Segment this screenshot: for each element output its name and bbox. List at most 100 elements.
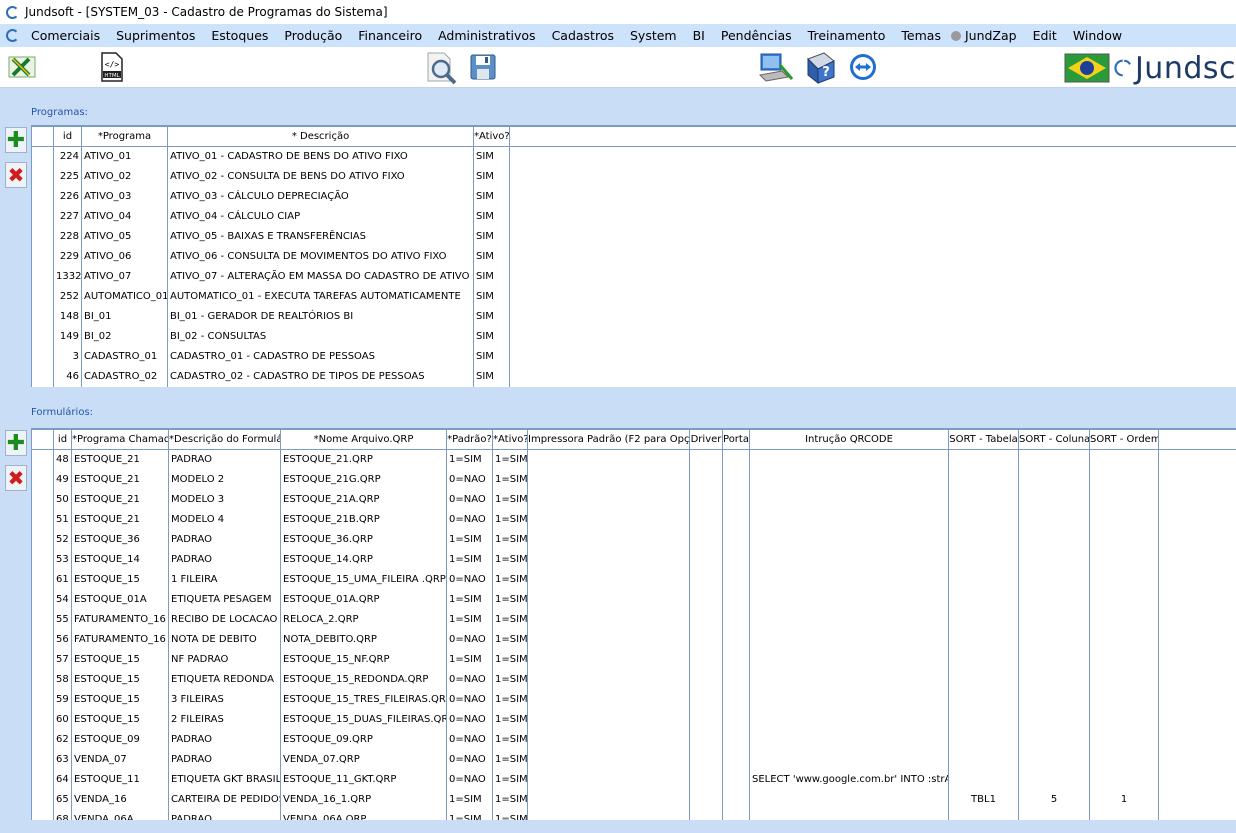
table-cell[interactable]: 58 <box>53 669 72 690</box>
table-cell[interactable]: 1=SIM <box>446 549 493 570</box>
table-cell[interactable]: ESTOQUE_15_TRES_FILEIRAS.QRP <box>280 689 447 710</box>
table-cell[interactable]: 224 <box>53 146 82 167</box>
menu-item-administrativos[interactable]: Administrativos <box>430 28 543 43</box>
table-cell[interactable]: PADRAO <box>168 449 281 470</box>
table-cell[interactable]: ATIVO_03 - CÁLCULO DEPRECIAÇÃO <box>167 186 474 207</box>
table-cell[interactable] <box>1018 489 1090 510</box>
table-cell[interactable]: 5 <box>1018 789 1090 810</box>
table-cell[interactable] <box>1089 649 1159 670</box>
table-cell[interactable] <box>749 589 949 610</box>
table-cell[interactable]: VENDA_16_1.QRP <box>280 789 447 810</box>
table-cell[interactable]: 56 <box>53 629 72 650</box>
table-cell[interactable]: 227 <box>53 206 82 227</box>
table-cell[interactable]: ATIVO_01 - CADASTRO DE BENS DO ATIVO FIX… <box>167 146 474 167</box>
table-cell[interactable] <box>527 489 690 510</box>
table-row[interactable]: 51 ESTOQUE_21 MODELO 4 ESTOQUE_21B.QRP 0=NAO… <box>31 509 1236 530</box>
table-cell[interactable]: 1=SIM <box>446 609 493 630</box>
table-cell[interactable]: 59 <box>53 689 72 710</box>
table-cell[interactable]: 1332 <box>53 266 82 287</box>
row-selector[interactable] <box>31 266 54 287</box>
table-cell[interactable]: 1=SIM <box>492 589 528 610</box>
table-cell[interactable]: PADRAO <box>168 729 281 750</box>
table-cell[interactable] <box>722 709 750 730</box>
table-cell[interactable] <box>722 649 750 670</box>
table-cell[interactable]: 0=NAO <box>446 729 493 750</box>
table-cell[interactable] <box>689 789 723 810</box>
row-selector[interactable] <box>31 449 54 470</box>
column-header[interactable]: SORT - Coluna <box>1018 429 1090 450</box>
table-cell[interactable]: ESTOQUE_36.QRP <box>280 529 447 550</box>
add-programa-button[interactable]: ✚ <box>5 127 27 153</box>
table-cell[interactable] <box>527 509 690 530</box>
table-cell[interactable] <box>1089 609 1159 630</box>
table-cell[interactable]: 51 <box>53 509 72 530</box>
table-cell[interactable]: RELOCA_2.QRP <box>280 609 447 630</box>
table-row[interactable]: 68 VENDA_06A PADRAO VENDA_06A.QRP 1=SIM 1=SIM <box>31 809 1236 820</box>
column-header[interactable]: *Padrão? <box>446 429 493 450</box>
table-cell[interactable] <box>689 509 723 530</box>
table-cell[interactable]: CADASTRO_02 <box>81 366 168 387</box>
table-cell[interactable] <box>527 469 690 490</box>
table-cell[interactable] <box>722 789 750 810</box>
table-cell[interactable] <box>722 749 750 770</box>
table-cell[interactable] <box>1018 709 1090 730</box>
table-cell[interactable] <box>689 609 723 630</box>
table-cell[interactable]: TBL1 <box>948 789 1019 810</box>
table-cell[interactable]: ATIVO_02 <box>81 166 168 187</box>
row-selector[interactable] <box>31 609 54 630</box>
menu-item-suprimentos[interactable]: Suprimentos <box>108 28 203 43</box>
table-cell[interactable]: 1 <box>1089 789 1159 810</box>
table-row[interactable]: 54 ESTOQUE_01A ETIQUETA PESAGEM ESTOQUE_01A… <box>31 589 1236 610</box>
table-cell[interactable] <box>722 529 750 550</box>
table-cell[interactable]: ATIVO_05 <box>81 226 168 247</box>
table-cell[interactable] <box>1089 589 1159 610</box>
row-selector[interactable] <box>31 789 54 810</box>
table-cell[interactable]: PADRAO <box>168 549 281 570</box>
table-cell[interactable] <box>749 649 949 670</box>
table-cell[interactable]: ATIVO_03 <box>81 186 168 207</box>
table-cell[interactable]: SIM <box>473 206 510 227</box>
table-cell[interactable]: SIM <box>473 346 510 367</box>
table-cell[interactable]: NF PADRAO <box>168 649 281 670</box>
table-cell[interactable] <box>749 469 949 490</box>
table-cell[interactable] <box>749 509 949 530</box>
table-cell[interactable] <box>1018 769 1090 790</box>
table-cell[interactable]: 1=SIM <box>446 589 493 610</box>
table-cell[interactable] <box>749 629 949 650</box>
column-header[interactable]: *Ativo? <box>473 126 510 147</box>
table-cell[interactable] <box>722 729 750 750</box>
table-cell[interactable] <box>689 689 723 710</box>
table-cell[interactable]: ESTOQUE_21B.QRP <box>280 509 447 530</box>
row-selector[interactable] <box>31 206 54 227</box>
table-cell[interactable]: 65 <box>53 789 72 810</box>
table-cell[interactable]: CADASTRO_01 - CADASTRO DE PESSOAS <box>167 346 474 367</box>
table-cell[interactable]: ESTOQUE_11 <box>71 769 169 790</box>
table-cell[interactable]: SIM <box>473 166 510 187</box>
table-cell[interactable] <box>689 729 723 750</box>
table-row[interactable]: 59 ESTOQUE_15 3 FILEIRAS ESTOQUE_15_TRES_FI… <box>31 689 1236 710</box>
table-cell[interactable] <box>749 549 949 570</box>
table-cell[interactable]: ESTOQUE_21 <box>71 509 169 530</box>
table-cell[interactable] <box>749 569 949 590</box>
table-cell[interactable] <box>722 489 750 510</box>
table-cell[interactable]: 1=SIM <box>492 729 528 750</box>
table-cell[interactable]: 1=SIM <box>446 649 493 670</box>
table-cell[interactable]: PADRAO <box>168 749 281 770</box>
table-cell[interactable]: 60 <box>53 709 72 730</box>
table-cell[interactable]: ESTOQUE_01A <box>71 589 169 610</box>
table-cell[interactable]: SIM <box>473 366 510 387</box>
column-header[interactable]: id <box>53 429 72 450</box>
column-header[interactable]: Intrução QRCODE <box>749 429 949 450</box>
menu-item-edit[interactable]: Edit <box>1025 28 1065 43</box>
table-cell[interactable]: MODELO 4 <box>168 509 281 530</box>
table-cell[interactable] <box>1089 529 1159 550</box>
column-header[interactable]: *Descrição do Formulário <box>168 429 281 450</box>
table-row[interactable]: 65 VENDA_16 CARTEIRA DE PEDIDOS VENDA_16_1.… <box>31 789 1236 810</box>
table-row[interactable]: 57 ESTOQUE_15 NF PADRAO ESTOQUE_15_NF.QRP 1=… <box>31 649 1236 670</box>
table-cell[interactable]: 1=SIM <box>492 769 528 790</box>
table-row[interactable]: 64 ESTOQUE_11 ETIQUETA GKT BRASIL ESTOQUE_1… <box>31 769 1236 790</box>
table-cell[interactable] <box>948 489 1019 510</box>
table-cell[interactable]: ATIVO_07 - ALTERAÇÃO EM MASSA DO CADASTR… <box>167 266 474 287</box>
table-cell[interactable]: 0=NAO <box>446 749 493 770</box>
table-cell[interactable]: 46 <box>53 366 82 387</box>
